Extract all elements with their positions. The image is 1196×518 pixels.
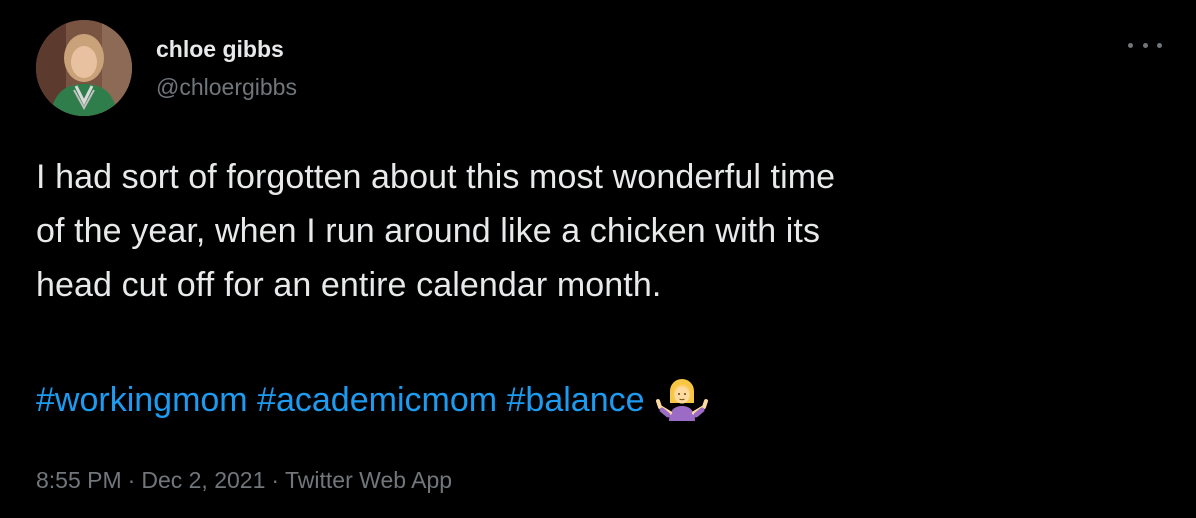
hashtag-balance[interactable]: #balance — [507, 381, 645, 419]
tweet-text-line: head cut off for an entire calendar mont… — [36, 266, 662, 304]
meta-separator: · — [127, 467, 136, 493]
tweet-date-link[interactable]: Dec 2, 2021 — [141, 467, 265, 493]
user-names: chloe gibbs @chloergibbs — [156, 36, 297, 100]
more-horizontal-icon-dot — [1142, 42, 1148, 48]
more-horizontal-icon-dot — [1157, 42, 1162, 48]
user-handle[interactable]: @chloergibbs — [156, 74, 297, 100]
more-options-button[interactable] — [1128, 34, 1162, 56]
meta-separator: · — [271, 467, 280, 493]
hashtag-line: #workingmom #academicmom #balance — [36, 373, 708, 437]
tweet-card: chloe gibbs @chloergibbs I had sort of f… — [0, 0, 1196, 518]
person-shrugging-icon — [655, 377, 708, 437]
avatar[interactable] — [36, 20, 132, 116]
display-name[interactable]: chloe gibbs — [156, 36, 297, 62]
tweet-text-line: of the year, when I run around like a ch… — [36, 212, 821, 250]
profile-photo-icon — [36, 20, 132, 116]
tweet-text-line: I had sort of forgotten about this most … — [36, 158, 836, 196]
hashtag-workingmom[interactable]: #workingmom — [36, 381, 248, 419]
tweet-source-link[interactable]: Twitter Web App — [285, 467, 452, 493]
tweet-meta: 8:55 PM · Dec 2, 2021 · Twitter Web App — [36, 466, 452, 494]
tweet-time-link[interactable]: 8:55 PM — [36, 467, 122, 493]
hashtag-academicmom[interactable]: #academicmom — [257, 381, 497, 419]
tweet-text: I had sort of forgotten about this most … — [36, 150, 1166, 312]
more-horizontal-icon — [1128, 42, 1133, 48]
